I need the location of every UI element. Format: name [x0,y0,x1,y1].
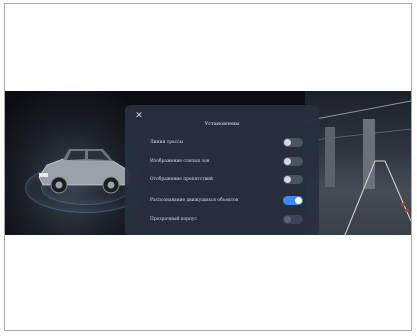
option-label: Изображение слепых зон [150,158,210,164]
option-row: Прозрачный корпус [150,214,303,224]
toggle-knob [284,175,291,183]
option-label: Линии трассы [150,139,184,145]
option-row: Изображение слепых зон [150,156,303,166]
toggle-knob [284,215,291,223]
option-label: Прозрачный корпус [150,216,197,222]
close-icon[interactable]: ✕ [134,111,144,121]
option-row: Распознавание движущихся объектов [150,195,303,205]
toggle-switch[interactable] [283,214,303,224]
garage-camera-feed [305,100,411,235]
settings-dialog: ✕ Установлены Линии трассы Изображение с… [125,105,319,235]
image-frame: ✕ Установлены Линии трассы Изображение с… [4,3,412,331]
toggle-knob [284,157,291,165]
toggle-knob [284,138,291,146]
option-label: Отображение препятствий [150,176,213,182]
toggle-switch[interactable] [283,137,303,147]
suv-car-icon [38,149,132,194]
toggle-switch[interactable] [283,174,303,184]
option-row: Отображение препятствий [150,174,303,184]
dialog-title: Установлены [204,121,240,127]
car-display-screen: ✕ Установлены Линии трассы Изображение с… [5,91,411,235]
toggle-knob [295,196,302,204]
toggle-switch[interactable] [283,156,303,166]
option-row: Линии трассы [150,137,303,147]
option-label: Распознавание движущихся объектов [150,197,239,203]
toggle-switch[interactable] [283,195,303,205]
